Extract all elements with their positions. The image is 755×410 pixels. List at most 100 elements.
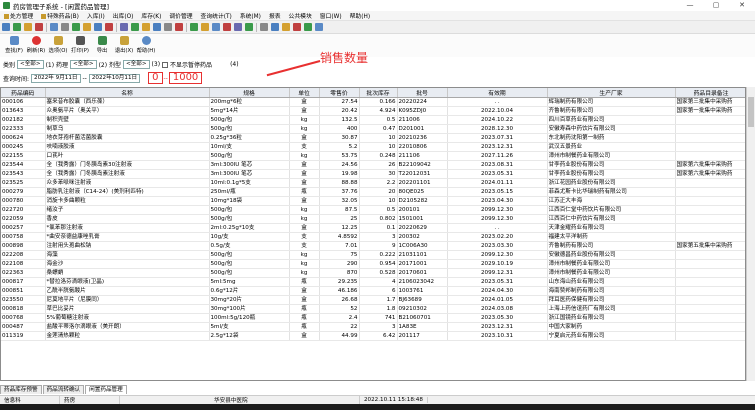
table-row[interactable]: 002182 制积壳壁 500g/包 kg 132.5 0.5 211006 2024.10.… (1, 115, 745, 125)
menu-stock-out[interactable]: 出库(O) (109, 11, 138, 20)
toolbar-icon-7[interactable] (72, 23, 80, 31)
table-row[interactable]: 022108 海金沙 500g/包 kg 290 0.954 20171001 2029.10… (1, 259, 745, 269)
col-header-spec[interactable]: 规格 (209, 88, 290, 98)
hide-disabled-checkbox[interactable] (162, 61, 169, 68)
menu-inventory[interactable]: 库存(K) (137, 11, 165, 20)
toolbar-icon-17[interactable] (190, 23, 198, 31)
exit-button[interactable]: 退出(X) (113, 36, 135, 54)
table-row[interactable]: 013643 众奥氨平片（奥关平） 5mg*14片盒 20.42 4.924 K095ZD… (1, 106, 745, 116)
close-button[interactable]: ✕ (729, 0, 755, 11)
category-select[interactable]: <全部> (17, 60, 44, 69)
help-button[interactable]: 帮助(H) (135, 36, 157, 54)
table-row[interactable]: 000768 5%葡萄糖注射液 100ml:5g/120瓶瓶 2.4 741 B21060… (1, 313, 745, 323)
menu-prescription[interactable]: 处方管理 (0, 11, 37, 20)
table-row[interactable]: 000898 注射用头孢曲松钠 0.5g/支支 7.01 9 1C006A30 2023.0… (1, 241, 745, 251)
col-header-expiry[interactable]: 有效期 (447, 88, 548, 98)
date-from-picker[interactable]: 2022年 9月11日 (31, 73, 81, 83)
table-row[interactable]: 000245 呋喃液胶液 10ml/支支 5.2 10 22010806 2023.12.3… (1, 142, 745, 152)
tab-idle-drugs[interactable]: 闲置药品管理 (85, 384, 127, 394)
table-row[interactable]: 000758 *曲安奈德益康唑乳膏 10g/支支 4.8592 3 200302 2023.… (1, 232, 745, 242)
toolbar-icon-8[interactable] (83, 23, 91, 31)
quantity-to-input[interactable]: 1000 (168, 72, 203, 84)
table-row[interactable]: 000257 *氯苯那注射液 2ml:0.25g*10支盒 12.25 0.1 20220… (1, 223, 745, 233)
col-header-unit[interactable]: 单位 (289, 88, 320, 98)
table-row[interactable]: 022363 桑螵蛸 500g/包 kg 870 0.528 20170601 2099.12… (1, 268, 745, 278)
table-row[interactable]: 000106 塞来昔布胶囊（西乐葆） 200mg*6粒盒 27.54 0.166 2022… (1, 97, 745, 107)
toolbar-icon-21[interactable] (234, 23, 242, 31)
toolbar-icon-6[interactable] (61, 23, 69, 31)
toolbar-icon-12[interactable] (131, 23, 139, 31)
table-row[interactable]: 000818 草巴比妥片 30mg*100片瓶 52 1.8 09210302 2024.0… (1, 304, 745, 314)
toolbar-icon-13[interactable] (142, 23, 150, 31)
toolbar-icon-11[interactable] (120, 23, 128, 31)
toolbar-icon-5[interactable] (50, 23, 58, 31)
table-row[interactable]: 022059 香皮 500g/包 kg 25 0.802 1501001 2099.12.30… (1, 214, 745, 224)
table-row[interactable]: 000279 脂肪乳注射液（C14-24）(美剂利匹特) 250ml/瓶瓶 37.76… (1, 187, 745, 197)
menu-special-drugs[interactable]: 特殊药品(B) (37, 11, 83, 20)
col-header-name[interactable]: 名称 (45, 88, 210, 98)
table-row[interactable]: 000624 地衣芽孢杆菌活菌胶囊 0.25g*36粒盒 30.87 10 2021023… (1, 133, 745, 143)
minimize-button[interactable]: — (677, 0, 703, 11)
export-button[interactable]: 导出 (91, 36, 113, 54)
menu-query-stats[interactable]: 查询统计(T) (197, 11, 236, 20)
toolbar-icon-15[interactable] (164, 23, 172, 31)
toolbar-icon-10[interactable] (105, 23, 113, 31)
toolbar-icon-22[interactable] (245, 23, 253, 31)
toolbar-icon-2[interactable] (13, 23, 21, 31)
toolbar-icon-3[interactable] (24, 23, 32, 31)
table-row[interactable]: 023543 全（我秀露）门冬胰岛素注射液 3ml:300IU 笔芯盒 19.98 30… (1, 169, 745, 179)
table-row[interactable]: 000851 乙酰半胱氨酸片 0.6g*12片盒 46.186 6 1003761 2024… (1, 286, 745, 296)
toolbar-icon-19[interactable] (212, 23, 220, 31)
menu-common-module[interactable]: 公共模块 (285, 11, 316, 20)
toolbar-icon-18[interactable] (201, 23, 209, 31)
tab-transfer-confirm[interactable]: 药品流转确认 (42, 384, 85, 394)
toolbar-icon-16[interactable] (175, 23, 183, 31)
menu-stock-in[interactable]: 入库(I) (83, 11, 109, 20)
print-button[interactable]: 打印(P) (69, 36, 91, 54)
col-header-note[interactable]: 药品目录备注 (675, 88, 745, 98)
table-row[interactable]: 022333 制草乌 500g/包 kg 400 0.47 D201001 2028.12.3… (1, 124, 745, 134)
col-header-price[interactable]: 零售价 (319, 88, 360, 98)
scrollbar-thumb[interactable] (748, 97, 754, 127)
col-header-maker[interactable]: 生产厂家 (547, 88, 676, 98)
col-header-stock[interactable]: 批次库存 (359, 88, 398, 98)
quantity-from-input[interactable]: 0 (148, 72, 163, 84)
toolbar-icon-24[interactable] (271, 23, 279, 31)
table-row[interactable]: 011319 金莲清热颗粒 2.5g*12袋盒 44.99 6.42 201117 2023… (1, 331, 745, 341)
col-header-batch[interactable]: 批号 (397, 88, 448, 98)
form-select[interactable]: <全部> (122, 60, 150, 69)
table-row[interactable]: 022155 口芪叶 500g/包 kg 53.75 0.248 211106 2027.11… (1, 151, 745, 161)
refresh-button[interactable]: 刷新(R) (25, 36, 47, 54)
date-to-picker[interactable]: 2022年10月11日 (88, 73, 141, 83)
menu-reports[interactable]: 报表 (265, 11, 285, 20)
table-row[interactable]: 022720 绪汝子 500g/包 kg 87.5 0.5 200101 2099.12.30… (1, 205, 745, 215)
toolbar-icon-20[interactable] (223, 23, 231, 31)
toolbar-icon-23[interactable] (260, 23, 268, 31)
table-row[interactable]: 000487 盐酸平蒂洛尔滴眼液（美开朗） 5ml/支瓶 22 3 1A83E 2023.1… (1, 322, 745, 332)
drug-prop-select[interactable]: <全部> (70, 60, 97, 69)
maximize-button[interactable]: ▢ (703, 0, 729, 11)
toolbar-icon-27[interactable] (304, 23, 312, 31)
toolbar-icon-26[interactable] (293, 23, 301, 31)
table-row[interactable]: 023550 尼莫地平片（尼膜同） 30mg*20片盒 26.68 1.7 BJ63689… (1, 295, 745, 305)
vertical-scrollbar[interactable] (746, 87, 755, 381)
options-button[interactable]: 选项(O) (47, 36, 69, 54)
table-row[interactable]: 023525 众多苯哌咪注射液 10ml:0.1g*5支盒 88.88 2.2 20220… (1, 178, 745, 188)
tab-stock-warning[interactable]: 药品库存预警 (0, 384, 42, 394)
toolbar-icon-4[interactable] (35, 23, 43, 31)
toolbar-icon-1[interactable] (2, 23, 10, 31)
table-row[interactable]: 022208 海藻 500g/包 kg 75 0.222 21031101 2099.12.3… (1, 250, 745, 260)
toolbar-icon-28[interactable] (315, 23, 323, 31)
toolbar-icon-9[interactable] (94, 23, 102, 31)
menu-window[interactable]: 窗口(W) (316, 11, 346, 20)
toolbar-icon-14[interactable] (153, 23, 161, 31)
col-header-code[interactable]: 药品编码 (1, 88, 46, 98)
menu-price-adjust[interactable]: 调价管理 (165, 11, 196, 20)
menu-system[interactable]: 系统(M) (236, 11, 265, 20)
menu-help[interactable]: 帮助(H) (346, 11, 374, 20)
table-row[interactable]: 023544 全（我秀露）门冬胰岛素30注射液 3ml:300IU 笔芯盒 24.56… (1, 160, 745, 170)
toolbar-icon-25[interactable] (282, 23, 290, 31)
table-row[interactable]: 000780 消旋卡多曲颗粒 10mg*18袋盒 32.05 10 D2105282 202… (1, 196, 745, 206)
table-row[interactable]: 000817 *替拉洛芬滴眼液(卫晶) 5ml:5mg 瓶 29.235 4 2106023… (1, 277, 745, 287)
find-button[interactable]: 查找(F) (3, 36, 25, 54)
